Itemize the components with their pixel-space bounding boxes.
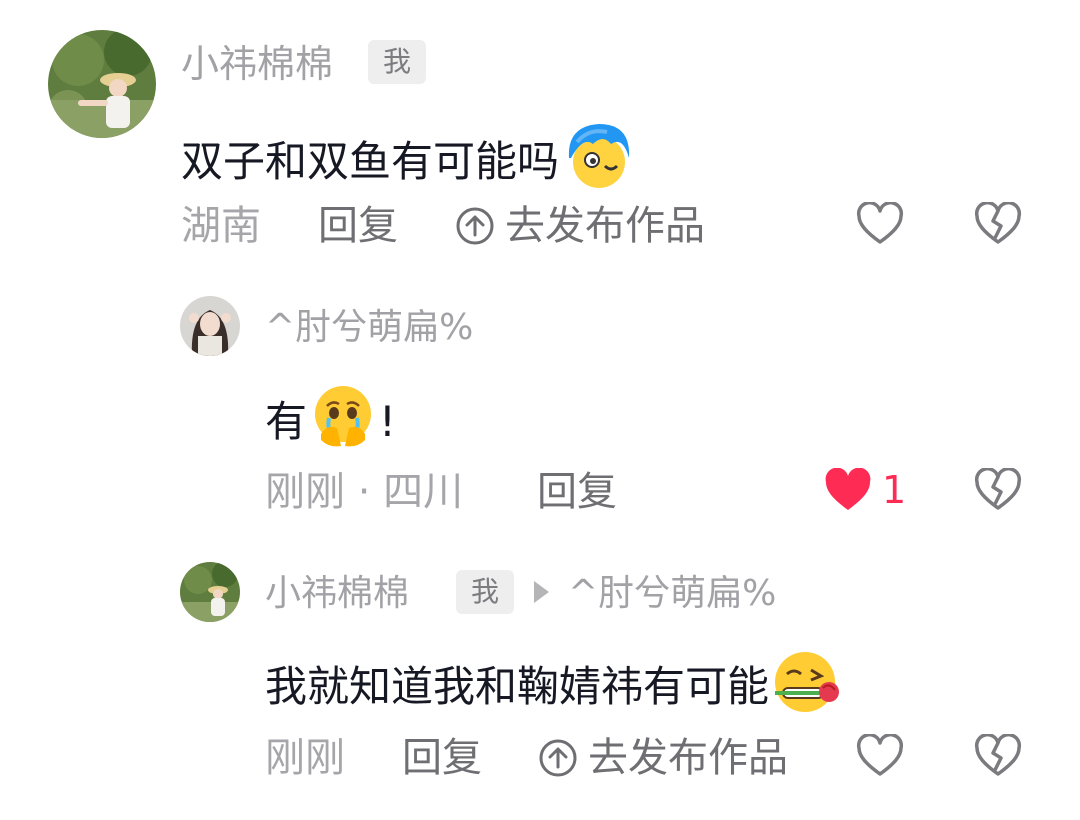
reply-time: 刚刚 [265,735,345,781]
reply-button[interactable]: 回复 [402,736,482,780]
heart-filled-icon[interactable] [822,464,874,516]
reply-text-content: 我就知道我和鞠婧祎有可能 [265,661,770,711]
reply-text-after: ! [379,396,396,446]
crying-hands-emoji [307,380,379,463]
avatar-xiaoyi[interactable] [180,562,240,622]
comment-text-content: 双子和双鱼有可能吗 [181,136,560,186]
rose-wink-emoji [769,646,843,727]
reply-text-before: 有 [265,396,308,446]
comment-location: 湖南 [181,203,261,249]
heart-outline-icon[interactable] [854,730,906,782]
comment-author[interactable]: 小祎棉棉 [181,44,333,84]
reply-time-location: 刚刚 · 四川 [265,469,464,515]
comment-text: 双子和双鱼有可能吗 [181,118,635,205]
reply-arrow-icon [534,581,549,603]
peeking-face-emoji [559,118,635,205]
reply-text: 我就知道我和鞠婧祎有可能 [265,646,843,727]
broken-heart-icon[interactable] [972,198,1024,250]
heart-outline-icon[interactable] [854,198,906,250]
publish-work-button[interactable]: 去发布作品 [538,736,788,780]
upload-circle-icon [538,738,578,778]
broken-heart-icon[interactable] [972,730,1024,782]
reply-author[interactable]: 小祎棉棉 [265,574,409,614]
reply-button[interactable]: 回复 [537,470,617,514]
reply-text: 有 ! [265,380,396,463]
like-count: 1 [882,468,907,512]
me-badge: 我 [368,40,426,84]
upload-circle-icon [455,206,495,246]
publish-work-button[interactable]: 去发布作品 [455,204,705,248]
reply-to-user[interactable]: ^肘兮萌扁% [568,574,776,614]
broken-heart-icon[interactable] [972,464,1024,516]
reply-author[interactable]: ^肘兮萌扁% [265,308,473,348]
avatar-xiaoyi[interactable] [48,30,156,138]
avatar-zhouxi[interactable] [180,296,240,356]
publish-work-label: 去发布作品 [588,735,788,781]
me-badge: 我 [456,570,514,614]
reply-button[interactable]: 回复 [318,204,398,248]
publish-work-label: 去发布作品 [505,203,705,249]
